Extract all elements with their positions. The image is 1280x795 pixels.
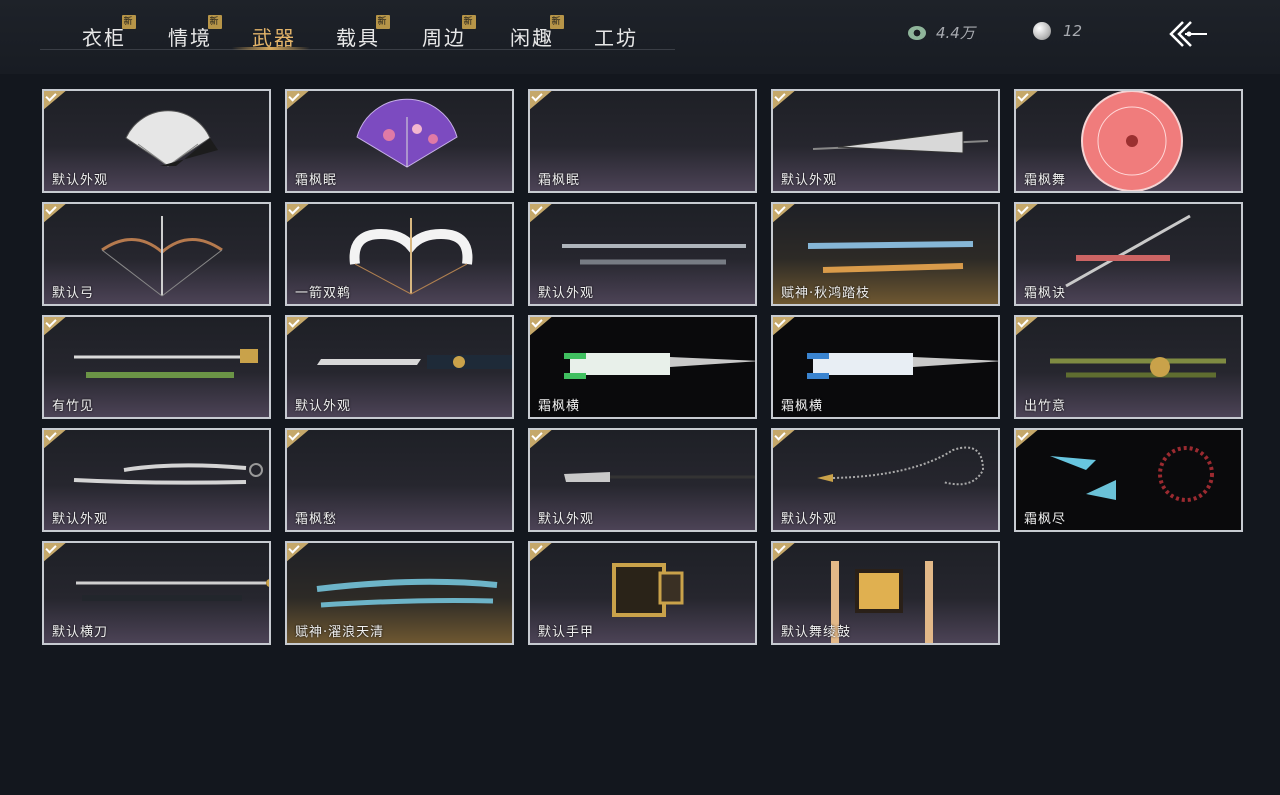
back-arrow-icon	[1169, 21, 1207, 47]
item-card[interactable]: 默认外观	[42, 428, 271, 532]
tab-workshop[interactable]: 工坊	[594, 0, 638, 50]
tab-accessories[interactable]: 周边新	[422, 0, 476, 50]
jade-currency: 4.4万	[908, 22, 975, 43]
item-card[interactable]: 默认手甲	[528, 541, 757, 645]
item-card[interactable]: 赋神·秋鸿踏枝	[771, 202, 1000, 306]
item-label: 默认横刀	[52, 625, 109, 640]
item-card[interactable]: 默认外观	[42, 89, 271, 193]
item-label: 默认外观	[52, 173, 109, 188]
pearl-amount: 12	[1063, 22, 1083, 40]
active-tab-indicator	[232, 47, 310, 50]
new-badge: 新	[122, 15, 136, 29]
tab-wardrobe[interactable]: 衣柜新	[82, 0, 136, 50]
category-tabs: 衣柜新 情境新 武器 载具新 周边新 闲趣新 工坊	[40, 0, 675, 50]
tab-vehicles[interactable]: 载具新	[336, 0, 390, 50]
item-card[interactable]: 霜枫眠	[285, 89, 514, 193]
item-card[interactable]: 默认外观	[285, 315, 514, 419]
item-card[interactable]: 默认外观	[528, 202, 757, 306]
item-label: 霜枫愁	[295, 512, 338, 527]
item-card[interactable]: 默认横刀	[42, 541, 271, 645]
item-card[interactable]: 霜枫尽	[1014, 428, 1243, 532]
item-card[interactable]: 霜枫眠	[528, 89, 757, 193]
back-button[interactable]	[1165, 16, 1211, 52]
item-label: 默认外观	[781, 512, 838, 527]
new-badge: 新	[376, 15, 390, 29]
pearl-icon	[1033, 22, 1051, 40]
item-card[interactable]: 霜枫横	[528, 315, 757, 419]
item-card[interactable]: 默认弓	[42, 202, 271, 306]
tab-weapons[interactable]: 武器	[252, 0, 296, 50]
item-label: 有竹见	[52, 399, 95, 414]
item-label: 霜枫眠	[538, 173, 581, 188]
item-label: 默认外观	[52, 512, 109, 527]
new-badge: 新	[550, 15, 564, 29]
item-label: 默认外观	[295, 399, 352, 414]
new-badge: 新	[208, 15, 222, 29]
item-card[interactable]: 默认外观	[528, 428, 757, 532]
item-label: 霜枫舞	[1024, 173, 1067, 188]
item-label: 出竹意	[1024, 399, 1067, 414]
tab-scene[interactable]: 情境新	[168, 0, 222, 50]
item-card[interactable]: 出竹意	[1014, 315, 1243, 419]
tab-leisure[interactable]: 闲趣新	[510, 0, 564, 50]
item-card[interactable]: 一箭双鹈	[285, 202, 514, 306]
pearl-currency: 12	[1033, 22, 1082, 40]
item-label: 默认舞绫鼓	[781, 625, 852, 640]
jade-coin-icon	[908, 25, 926, 40]
item-card[interactable]: 赋神·濯浪天清	[285, 541, 514, 645]
item-label: 默认外观	[538, 286, 595, 301]
item-label: 赋神·秋鸿踏枝	[781, 286, 871, 301]
item-card[interactable]: 霜枫愁	[285, 428, 514, 532]
item-label: 默认手甲	[538, 625, 595, 640]
item-label: 赋神·濯浪天清	[295, 625, 385, 640]
item-label: 霜枫尽	[1024, 512, 1067, 527]
item-label: 霜枫眠	[295, 173, 338, 188]
item-card[interactable]: 默认外观	[771, 428, 1000, 532]
item-card[interactable]: 默认舞绫鼓	[771, 541, 1000, 645]
item-card[interactable]: 霜枫横	[771, 315, 1000, 419]
item-card[interactable]: 有竹见	[42, 315, 271, 419]
item-label: 默认外观	[781, 173, 838, 188]
item-label: 默认弓	[52, 286, 95, 301]
jade-amount: 4.4万	[936, 24, 975, 42]
item-card[interactable]: 默认外观	[771, 89, 1000, 193]
item-label: 一箭双鹈	[295, 286, 352, 301]
item-card[interactable]: 霜枫诀	[1014, 202, 1243, 306]
top-bar: 衣柜新 情境新 武器 载具新 周边新 闲趣新 工坊 4.4万 12	[0, 0, 1280, 74]
new-badge: 新	[462, 15, 476, 29]
item-label: 霜枫横	[781, 399, 824, 414]
item-card[interactable]: 霜枫舞	[1014, 89, 1243, 193]
item-label: 默认外观	[538, 512, 595, 527]
item-label: 霜枫横	[538, 399, 581, 414]
item-label: 霜枫诀	[1024, 286, 1067, 301]
